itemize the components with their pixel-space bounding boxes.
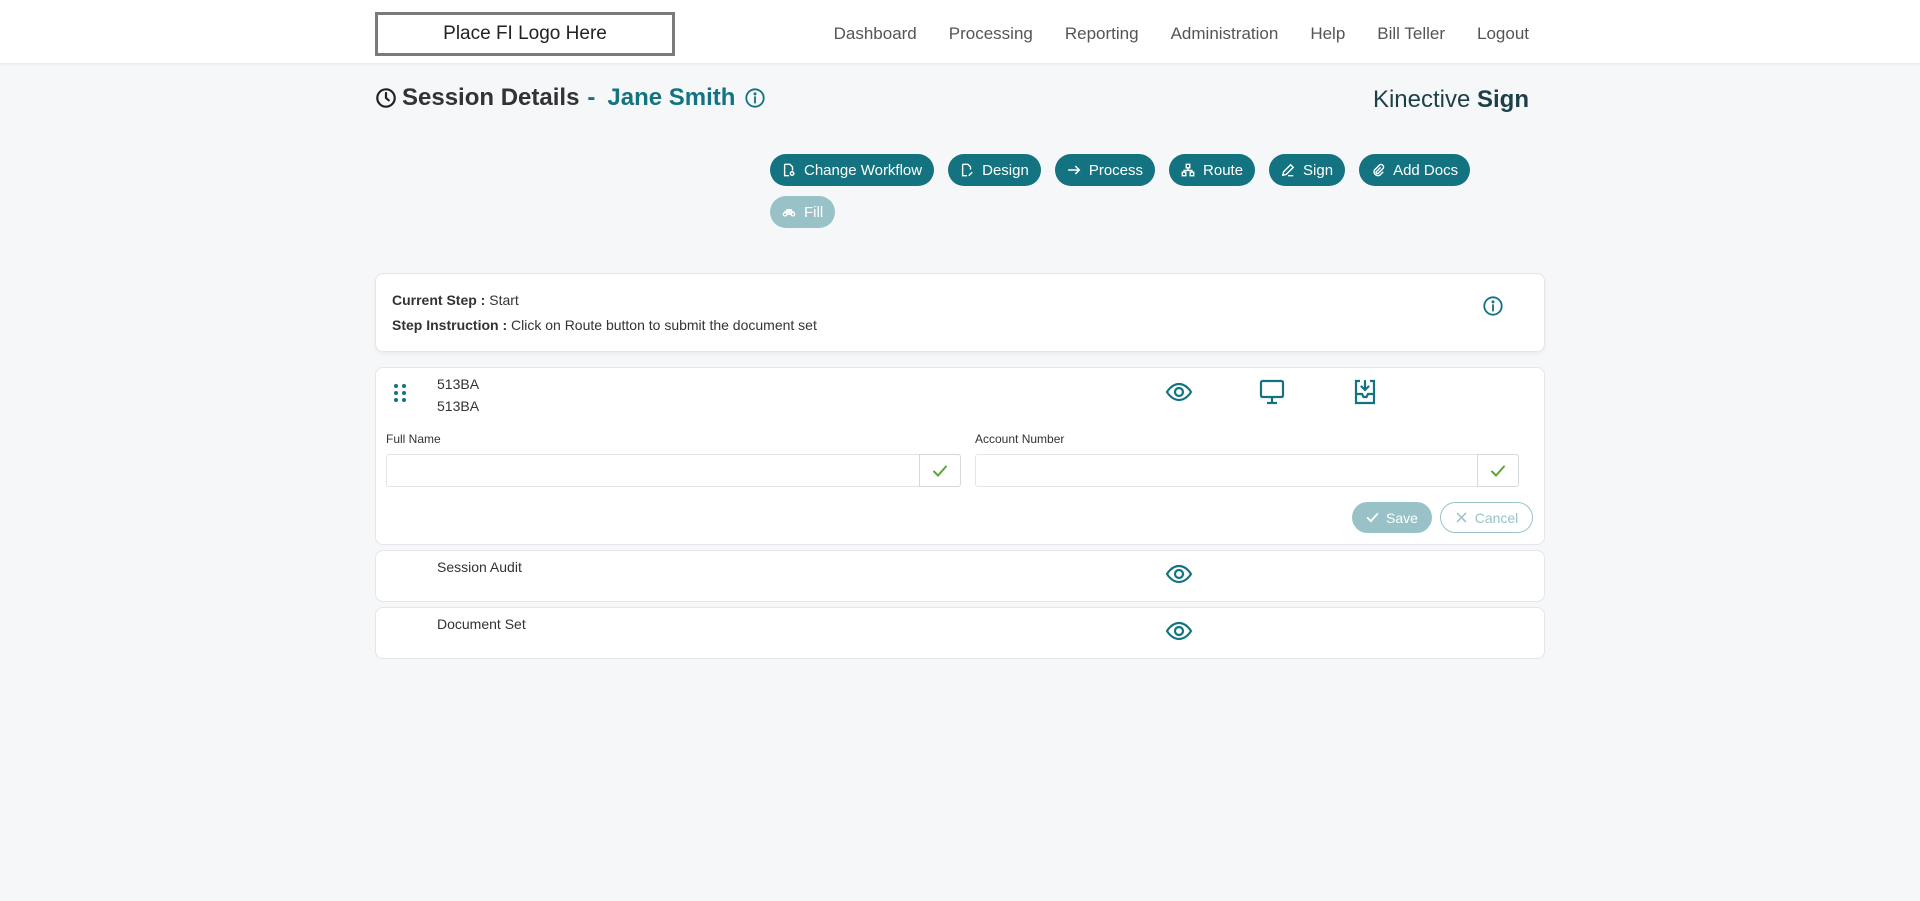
kinective-sign-brand: Kinective Sign bbox=[1373, 86, 1529, 114]
customer-name: Jane Smith bbox=[607, 84, 736, 111]
session-audit-card: Session Audit bbox=[375, 550, 1545, 602]
drag-handle-icon[interactable] bbox=[392, 382, 408, 404]
document-settings-icon bbox=[783, 163, 795, 177]
check-icon bbox=[1491, 465, 1505, 477]
document-description: 513BA bbox=[437, 398, 480, 414]
current-step-label: Current Step : bbox=[392, 292, 486, 308]
document-set-card: Document Set bbox=[375, 607, 1545, 659]
brand-light: Kinective bbox=[1372, 86, 1471, 113]
eye-icon[interactable] bbox=[1165, 560, 1193, 588]
current-step-value: Start bbox=[489, 292, 519, 308]
route-label: Route bbox=[1203, 161, 1244, 179]
brand-bold: Sign bbox=[1477, 86, 1529, 113]
document-edit-icon bbox=[962, 163, 973, 177]
add-docs-button[interactable]: Add Docs bbox=[1359, 154, 1471, 186]
page-title: Session Details bbox=[402, 84, 580, 111]
inbox-download-icon[interactable] bbox=[1351, 378, 1379, 406]
change-workflow-button[interactable]: Change Workflow bbox=[770, 154, 935, 186]
close-icon bbox=[1456, 512, 1466, 523]
cancel-label: Cancel bbox=[1474, 509, 1519, 526]
command-icon bbox=[782, 209, 796, 217]
sign-label: Sign bbox=[1303, 161, 1334, 179]
account-number-input[interactable] bbox=[975, 454, 1478, 487]
current-step-line: Current Step : Start bbox=[392, 292, 519, 308]
fill-label: Fill bbox=[804, 203, 824, 221]
cancel-button[interactable]: Cancel bbox=[1440, 502, 1533, 533]
fill-button[interactable]: Fill bbox=[770, 196, 836, 228]
document-name: 513BA bbox=[437, 376, 480, 392]
session-audit-label: Session Audit bbox=[437, 559, 522, 575]
current-step-card: Current Step : Start Step Instruction : … bbox=[375, 273, 1545, 352]
save-label: Save bbox=[1386, 509, 1418, 526]
eye-icon[interactable] bbox=[1165, 378, 1193, 406]
account-number-label: Account Number bbox=[975, 432, 1065, 446]
clock-icon bbox=[376, 88, 396, 108]
process-label: Process bbox=[1088, 161, 1144, 179]
nav-logout[interactable]: Logout bbox=[1477, 24, 1529, 44]
save-button[interactable]: Save bbox=[1352, 502, 1432, 533]
process-button[interactable]: Process bbox=[1054, 154, 1156, 186]
full-name-confirm-button[interactable] bbox=[919, 454, 961, 487]
pen-icon bbox=[1281, 163, 1295, 177]
document-set-label: Document Set bbox=[437, 616, 526, 632]
paperclip-icon bbox=[1373, 163, 1385, 177]
check-icon bbox=[933, 465, 947, 477]
route-button[interactable]: Route bbox=[1169, 154, 1256, 186]
design-label: Design bbox=[982, 161, 1029, 179]
nav-processing[interactable]: Processing bbox=[949, 24, 1033, 44]
full-name-input[interactable] bbox=[386, 454, 920, 487]
check-icon bbox=[1366, 512, 1379, 523]
account-number-confirm-button[interactable] bbox=[1477, 454, 1519, 487]
nav-administration[interactable]: Administration bbox=[1171, 24, 1279, 44]
nav-reporting[interactable]: Reporting bbox=[1065, 24, 1139, 44]
workflow-actions: Change Workflow Design Process Route Sig… bbox=[770, 154, 1490, 228]
arrow-right-icon bbox=[1067, 165, 1081, 175]
step-instruction-label: Step Instruction : bbox=[392, 317, 508, 333]
full-name-label: Full Name bbox=[386, 432, 441, 446]
main-nav: Dashboard Processing Reporting Administr… bbox=[834, 0, 1529, 68]
step-instruction-line: Step Instruction : Click on Route button… bbox=[392, 317, 817, 333]
nav-dashboard[interactable]: Dashboard bbox=[834, 24, 917, 44]
nav-user-menu[interactable]: Bill Teller bbox=[1377, 24, 1445, 44]
title-separator: - bbox=[587, 84, 596, 111]
step-info-icon[interactable] bbox=[1482, 295, 1504, 317]
design-button[interactable]: Design bbox=[948, 154, 1041, 186]
nav-help[interactable]: Help bbox=[1310, 24, 1345, 44]
top-navbar: Place FI Logo Here Dashboard Processing … bbox=[0, 0, 1920, 63]
eye-icon[interactable] bbox=[1165, 617, 1193, 645]
document-card: 513BA 513BA Full Name Account Number Sav… bbox=[375, 367, 1545, 545]
monitor-icon[interactable] bbox=[1258, 378, 1286, 406]
page-title-row: Session Details - Jane Smith bbox=[375, 82, 766, 114]
add-docs-label: Add Docs bbox=[1393, 161, 1459, 179]
hierarchy-icon bbox=[1181, 163, 1195, 177]
fi-logo-placeholder[interactable]: Place FI Logo Here bbox=[375, 12, 675, 56]
sign-button[interactable]: Sign bbox=[1269, 154, 1346, 186]
step-instruction-value: Click on Route button to submit the docu… bbox=[511, 317, 817, 333]
change-workflow-label: Change Workflow bbox=[804, 161, 923, 179]
info-icon[interactable] bbox=[744, 87, 766, 109]
